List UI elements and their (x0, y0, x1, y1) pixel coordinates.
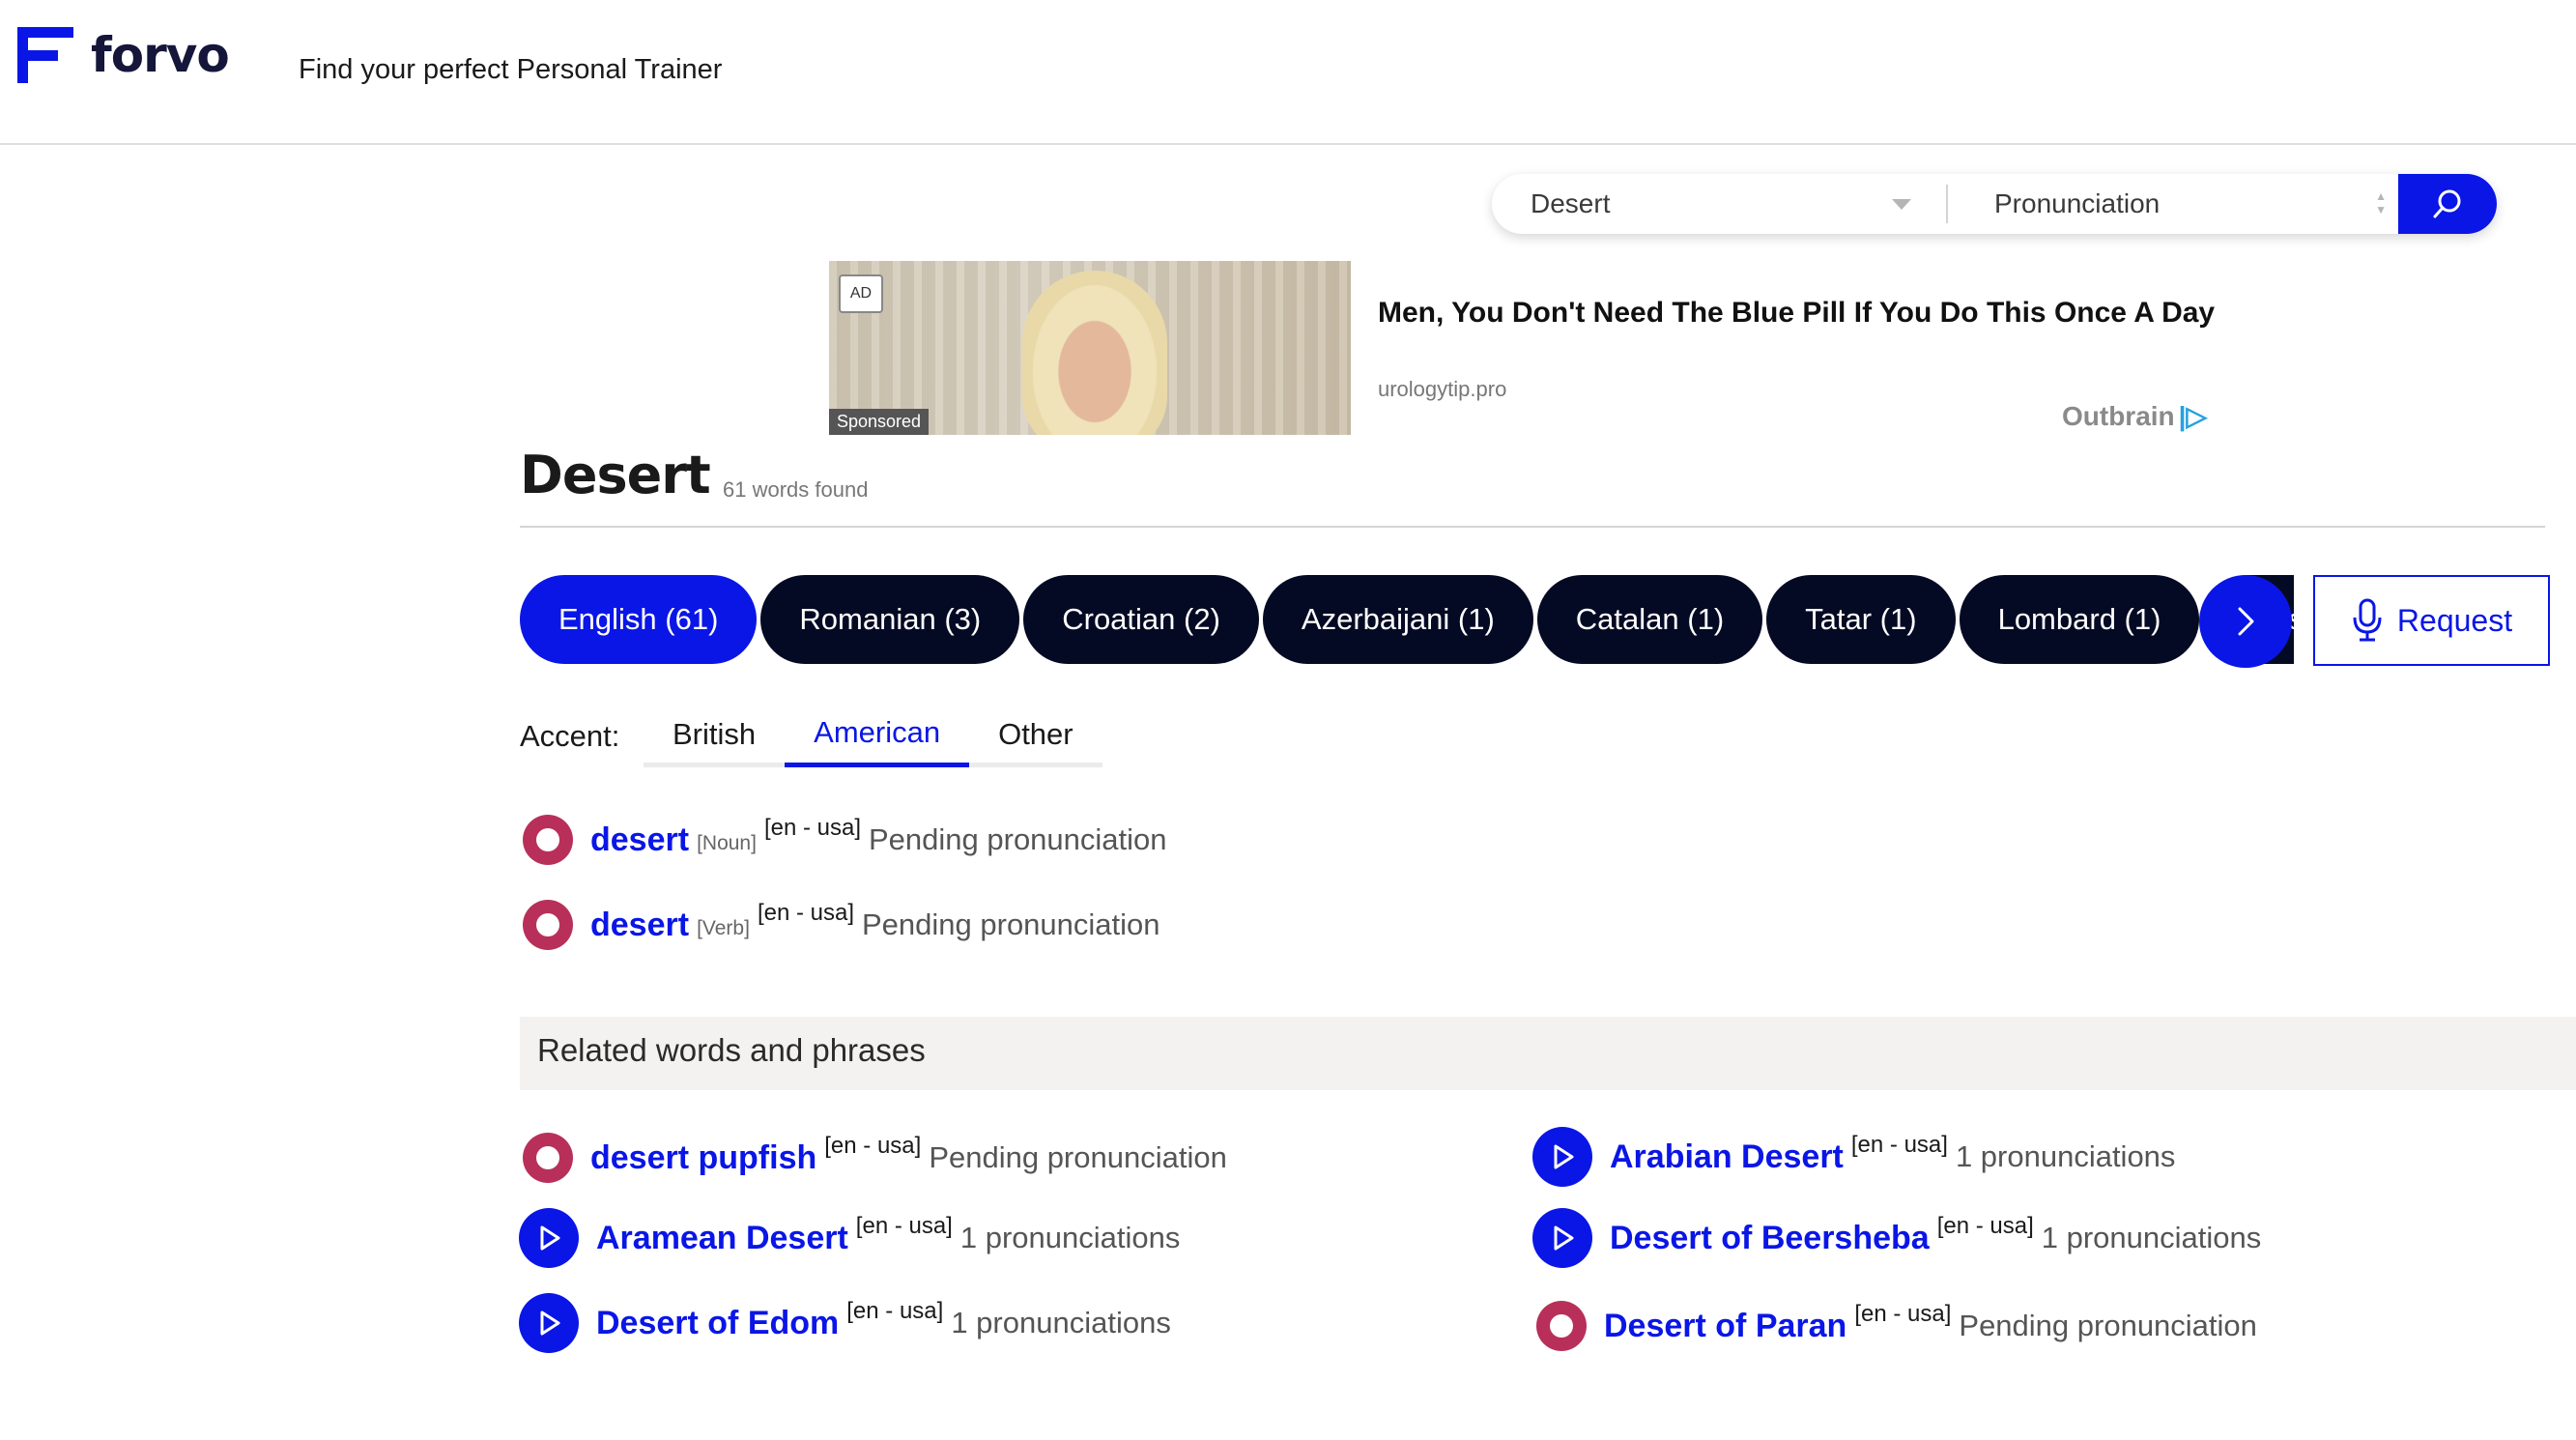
pending-icon (523, 900, 573, 950)
adchoices-icon: |▷ (2178, 401, 2208, 431)
pronunciation-status: Pending pronunciation (929, 1140, 1227, 1174)
page-title: Desert (520, 445, 711, 505)
search-icon (2433, 189, 2461, 218)
accent-tab-other[interactable]: Other (969, 702, 1102, 767)
language-code: [en - usa] (824, 1133, 922, 1159)
word-link[interactable]: desert (590, 907, 689, 944)
word-row: desert [Noun] [en - usa] Pending pronunc… (523, 815, 1167, 865)
related-item: Arabian Desert [en - usa] 1 pronunciatio… (1532, 1127, 2175, 1187)
related-word-link[interactable]: Desert of Paran (1604, 1308, 1846, 1345)
language-code: [en - usa] (1936, 1213, 2034, 1239)
part-of-speech: [Noun] (697, 832, 757, 854)
select-arrows-icon: ▲ ▼ (2375, 189, 2387, 216)
search-mode-value: Pronunciation (1994, 188, 2161, 218)
related-item: Desert of Edom [en - usa] 1 pronunciatio… (519, 1293, 1171, 1353)
related-item: desert pupfish [en - usa] Pending pronun… (523, 1133, 1227, 1183)
related-word-link[interactable]: desert pupfish (590, 1139, 816, 1177)
search-button[interactable] (2398, 174, 2497, 234)
language-tab-english[interactable]: English (61) (520, 575, 758, 664)
pronunciation-status: 1 pronunciations (1955, 1139, 2176, 1173)
language-tab-lombard[interactable]: Lombard (1) (1959, 575, 2200, 664)
part-of-speech: [Verb] (697, 917, 750, 939)
language-tab-tatar[interactable]: Tatar (1) (1766, 575, 1956, 664)
language-code: [en - usa] (1850, 1132, 1948, 1158)
logo-text: forvo (91, 27, 230, 83)
pronunciation-status: Pending pronunciation (862, 907, 1160, 941)
ad-network-logo[interactable]: Outbrain |▷ (2062, 400, 2207, 432)
related-word-link[interactable]: Desert of Edom (596, 1305, 839, 1342)
accent-tabs: British American Other (644, 702, 1102, 767)
pronunciation-status: 1 pronunciations (951, 1306, 1171, 1339)
play-button[interactable] (1532, 1208, 1592, 1268)
pending-icon (1536, 1301, 1587, 1351)
play-icon (540, 1310, 560, 1336)
play-button[interactable] (519, 1293, 579, 1353)
related-word-link[interactable]: Desert of Beersheba (1610, 1220, 1930, 1257)
related-item: Aramean Desert [en - usa] 1 pronunciatio… (519, 1208, 1180, 1268)
title-divider (520, 526, 2545, 528)
ad-image[interactable]: AD Sponsored (829, 261, 1351, 435)
ad-network-name: Outbrain (2062, 401, 2175, 431)
related-item: Desert of Paran [en - usa] Pending pronu… (1536, 1301, 2257, 1351)
forvo-logo[interactable]: forvo (14, 23, 230, 87)
ad-badge: AD (839, 274, 883, 313)
play-icon (1554, 1225, 1574, 1251)
ad-source[interactable]: urologytip.pro (1378, 377, 1506, 402)
ad-photo (1022, 271, 1167, 435)
accent-tab-british[interactable]: British (644, 702, 785, 767)
site-header: forvo Find your perfect Personal Trainer (0, 0, 2576, 145)
pending-icon (523, 1133, 573, 1183)
request-button[interactable]: Request (2313, 575, 2550, 666)
words-found-count: 61 words found (723, 477, 869, 502)
pronunciation-status: 1 pronunciations (959, 1221, 1181, 1254)
word-row: desert [Verb] [en - usa] Pending pronunc… (523, 900, 1160, 950)
pronunciation-status: Pending pronunciation (1959, 1309, 2257, 1342)
pending-icon (523, 815, 573, 865)
play-button[interactable] (1532, 1127, 1592, 1187)
header-tagline[interactable]: Find your perfect Personal Trainer (299, 54, 722, 86)
pronunciation-status: Pending pronunciation (869, 822, 1167, 856)
accent-label: Accent: (520, 719, 620, 753)
chevron-right-icon (2238, 607, 2254, 636)
scroll-next-button[interactable] (2199, 575, 2292, 668)
related-word-link[interactable]: Arabian Desert (1610, 1138, 1844, 1176)
language-tab-azerbaijani[interactable]: Azerbaijani (1) (1262, 575, 1533, 664)
microphone-icon (2353, 598, 2382, 642)
search-bar: Desert Pronunciation ▲ ▼ (1492, 174, 2497, 234)
play-button[interactable] (519, 1208, 579, 1268)
language-code: [en - usa] (846, 1298, 944, 1324)
language-code: [en - usa] (757, 900, 854, 926)
accent-tab-american[interactable]: American (785, 702, 970, 767)
word-link[interactable]: desert (590, 821, 689, 859)
related-item: Desert of Beersheba [en - usa] 1 pronunc… (1532, 1208, 2261, 1268)
language-tab-catalan[interactable]: Catalan (1) (1536, 575, 1763, 664)
search-query: Desert (1531, 188, 1611, 218)
search-mode-select[interactable]: Pronunciation ▲ ▼ (1948, 174, 2410, 234)
sponsored-label: Sponsored (829, 409, 930, 435)
language-tab-romanian[interactable]: Romanian (3) (760, 575, 1020, 664)
play-icon (540, 1225, 560, 1251)
language-code: [en - usa] (855, 1213, 953, 1239)
play-icon (1554, 1144, 1574, 1169)
search-input[interactable]: Desert (1492, 174, 1946, 234)
chevron-down-icon[interactable] (1892, 199, 1911, 210)
related-word-link[interactable]: Aramean Desert (596, 1220, 848, 1257)
forvo-logo-icon (14, 23, 77, 87)
related-title: Related words and phrases (537, 1032, 926, 1068)
pronunciation-status: 1 pronunciations (2041, 1221, 2262, 1254)
request-label: Request (2396, 602, 2513, 638)
language-code: [en - usa] (763, 815, 861, 841)
language-tab-croatian[interactable]: Croatian (2) (1023, 575, 1259, 664)
language-code: [en - usa] (1854, 1301, 1952, 1327)
language-tabs: English (61) Romanian (3) Croatian (2) A… (520, 575, 2294, 664)
ad-headline[interactable]: Men, You Don't Need The Blue Pill If You… (1378, 294, 2247, 332)
